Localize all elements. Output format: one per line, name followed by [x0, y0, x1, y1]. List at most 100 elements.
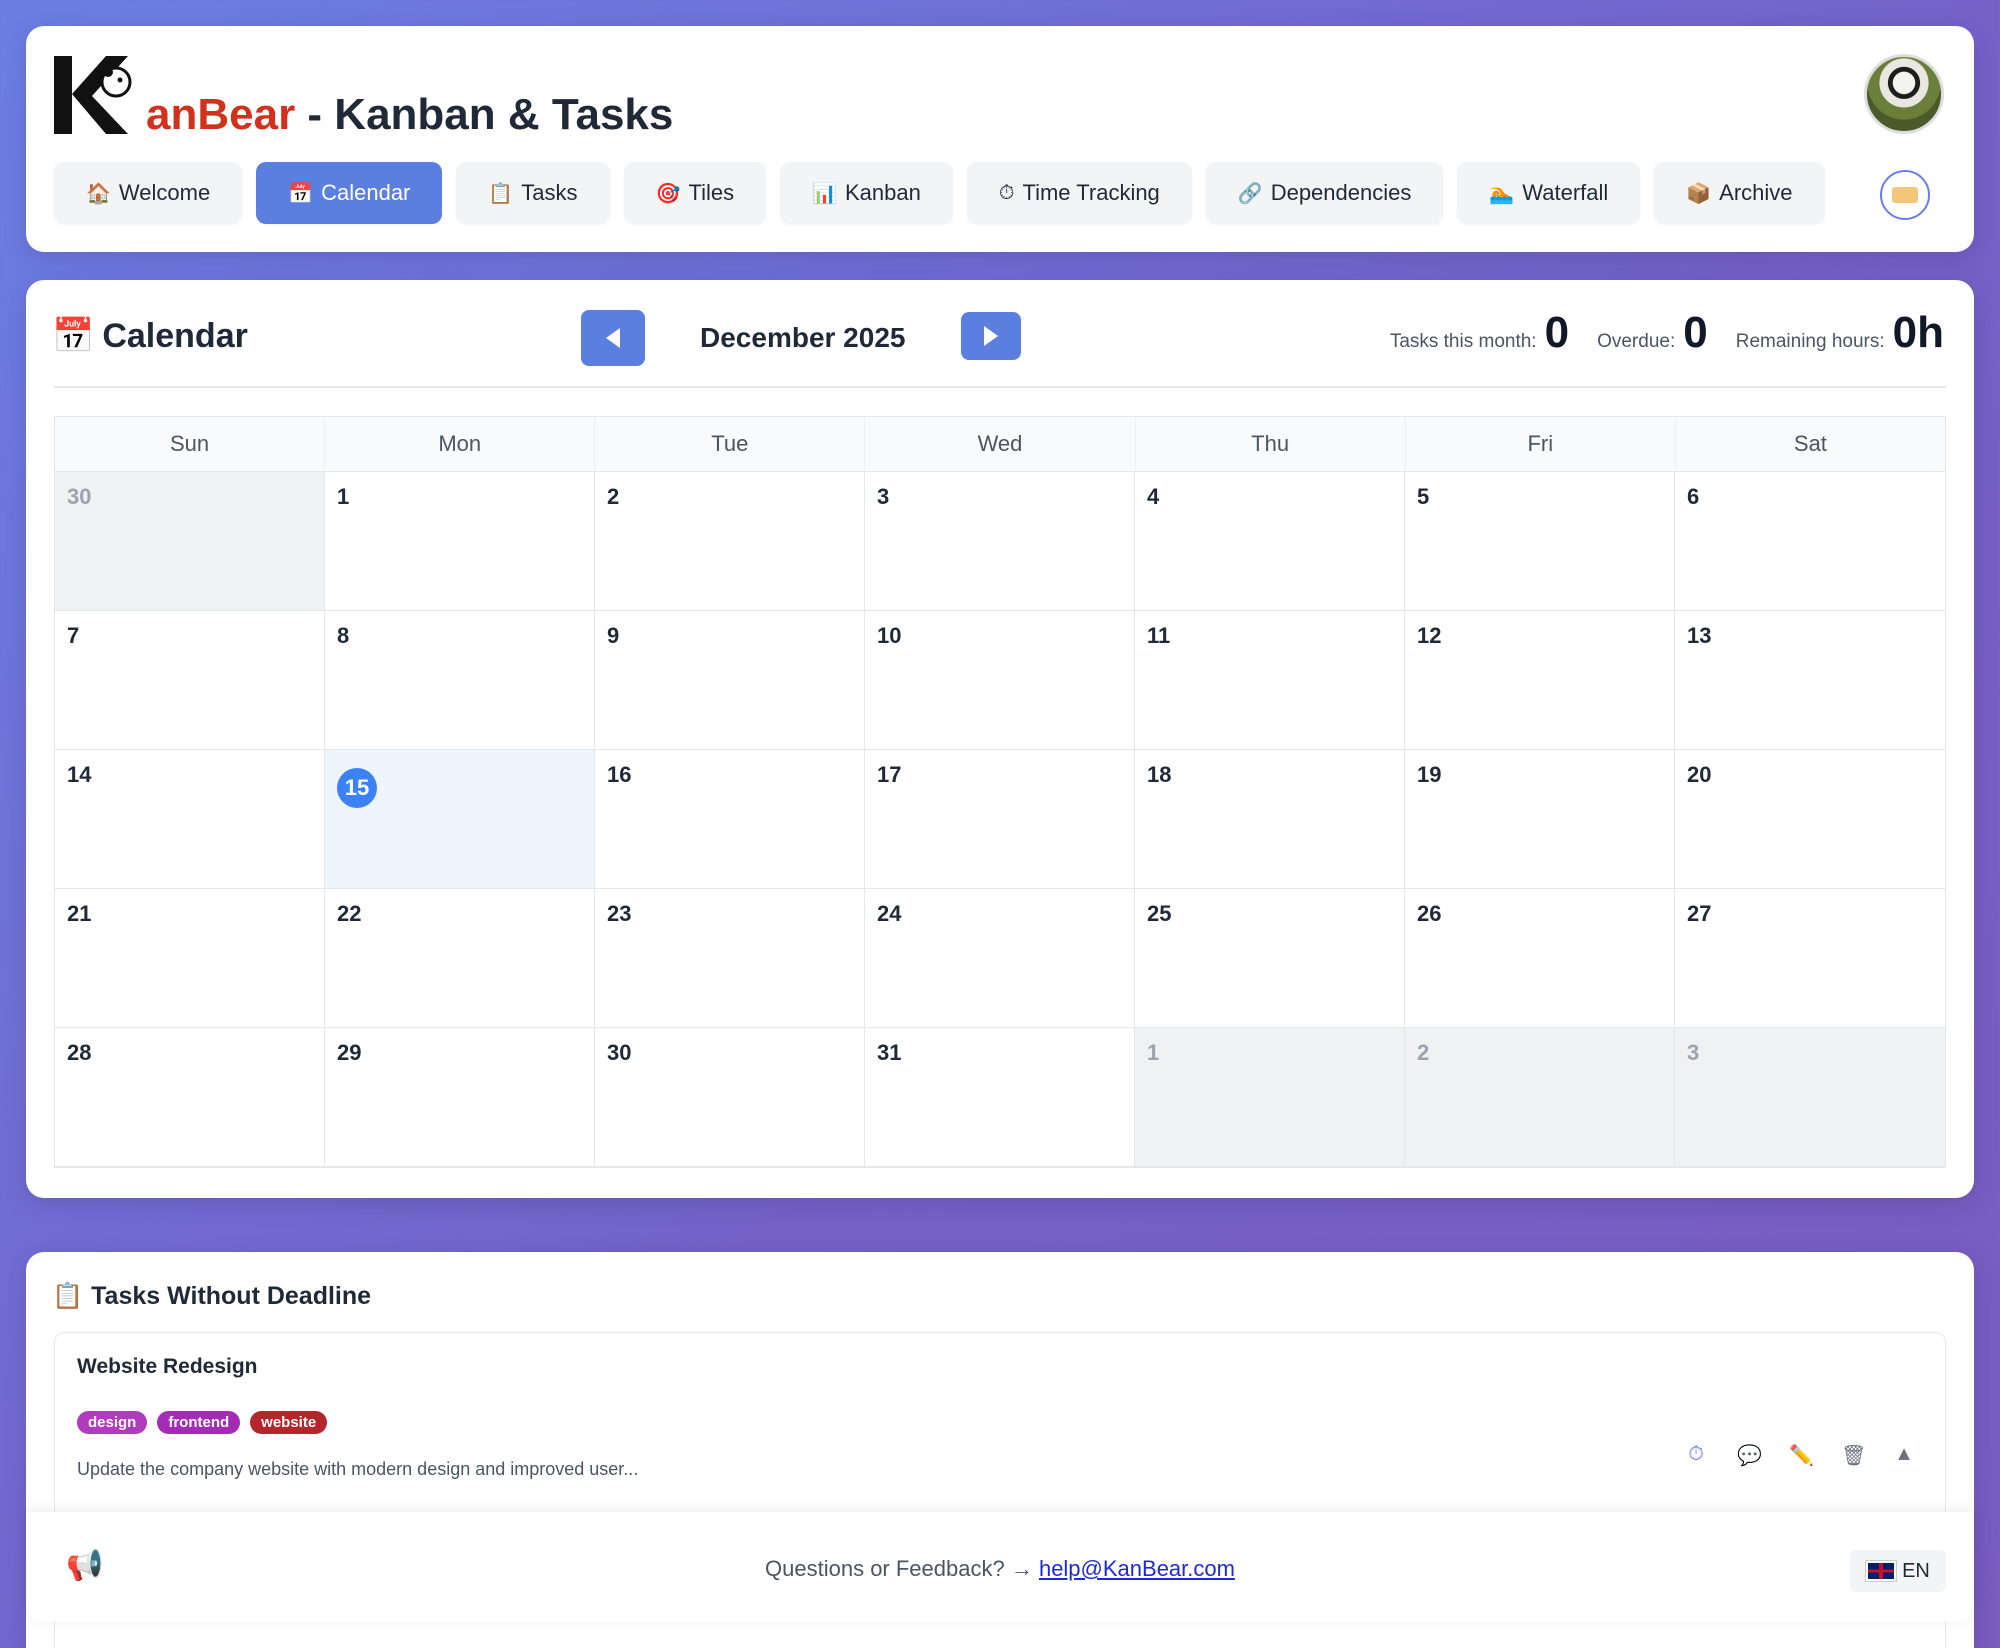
day-number: 22: [337, 901, 362, 926]
tab-archive[interactable]: 📦 Archive: [1654, 162, 1825, 224]
calendar-day[interactable]: 19: [1405, 750, 1675, 889]
calendar-day[interactable]: 3: [865, 472, 1135, 611]
calendar-days: 30 1 2 3 4 5 6 7 8 9 10 11 12 13 14 15 16 17 18 19 20 21 22 23 2…: [55, 472, 1945, 1167]
calendar-day[interactable]: 20: [1675, 750, 1945, 889]
day-number: 4: [1147, 484, 1160, 509]
tab-waterfall[interactable]: 🏊 Waterfall: [1457, 162, 1641, 224]
calendar-day[interactable]: 22: [325, 889, 595, 1028]
calendar-title: 📅 Calendar: [52, 316, 248, 356]
chevron-up-icon[interactable]: ▲: [1893, 1443, 1915, 1468]
day-number: 14: [67, 762, 92, 787]
home-icon: 🏠: [86, 182, 111, 205]
tag-chip[interactable]: design: [77, 1411, 148, 1434]
calendar-day[interactable]: 8: [325, 611, 595, 750]
arrow-right-icon: [984, 326, 998, 346]
stat-remaining-hours: Remaining hours: 0h: [1735, 308, 1944, 357]
day-number: 11: [1147, 623, 1171, 648]
tags-button[interactable]: [1880, 170, 1930, 220]
day-number: 30: [67, 484, 92, 509]
calendar-day[interactable]: 30: [55, 472, 325, 611]
calendar-day[interactable]: 12: [1405, 611, 1675, 750]
calendar-day[interactable]: 18: [1135, 750, 1405, 889]
day-number: 8: [337, 623, 350, 648]
clipboard-icon: 📋: [488, 182, 514, 205]
day-number: 6: [1687, 484, 1700, 509]
edit-icon[interactable]: ✏️: [1789, 1443, 1814, 1468]
day-number: 21: [67, 901, 92, 926]
task-card[interactable]: Website Redesign design frontend website…: [54, 1332, 1946, 1532]
tab-tasks[interactable]: 📋 Tasks: [456, 162, 610, 224]
calendar-day[interactable]: 16: [595, 750, 865, 889]
user-avatar[interactable]: [1864, 54, 1944, 134]
uk-flag-icon: [1866, 1561, 1897, 1581]
calendar-day[interactable]: 9: [595, 611, 865, 750]
calendar-day[interactable]: 27: [1675, 889, 1945, 1028]
current-month: December 2025: [700, 322, 906, 353]
calendar-day[interactable]: 17: [865, 750, 1135, 889]
calendar-day[interactable]: 24: [865, 889, 1135, 1028]
calendar-day[interactable]: 4: [1135, 472, 1405, 611]
calendar-day[interactable]: 26: [1405, 889, 1675, 1028]
stat-overdue: Overdue: 0: [1597, 308, 1708, 357]
swimmer-icon: 🏊: [1489, 182, 1515, 205]
language-selector[interactable]: EN: [1850, 1550, 1946, 1592]
tag-chip[interactable]: website: [250, 1411, 328, 1434]
comment-icon[interactable]: 💬: [1737, 1443, 1762, 1468]
calendar-day[interactable]: 28: [55, 1028, 325, 1167]
arrow-left-icon: [606, 328, 620, 348]
tab-calendar[interactable]: 📅 Calendar: [256, 162, 443, 224]
stopwatch-icon: ⏱: [998, 181, 1015, 204]
calendar-day[interactable]: 23: [595, 889, 865, 1028]
title-suffix: - Kanban & Tasks: [295, 90, 674, 139]
calendar-day[interactable]: 6: [1675, 472, 1945, 611]
tab-time-tracking[interactable]: ⏱ Time Tracking: [966, 162, 1192, 224]
calendar-day[interactable]: 10: [865, 611, 1135, 750]
calendar-day[interactable]: 14: [55, 750, 325, 889]
tag-chip[interactable]: frontend: [157, 1411, 241, 1434]
calendar-grid: Sun Mon Tue Wed Thu Fri Sat 30 1 2 3 4 5 6 7 8 9 1…: [54, 416, 1946, 1168]
day-number: 23: [607, 901, 632, 926]
prev-month-button[interactable]: [581, 310, 645, 366]
calendar-day[interactable]: 29: [325, 1028, 595, 1167]
package-icon: 📦: [1686, 182, 1712, 205]
calendar-day[interactable]: 13: [1675, 611, 1945, 750]
timer-icon[interactable]: ⏱: [1685, 1443, 1707, 1468]
day-number: 31: [877, 1040, 902, 1065]
next-month-button[interactable]: [961, 312, 1021, 360]
day-number: 30: [607, 1040, 632, 1065]
clipboard-icon: 📋: [52, 1282, 84, 1310]
day-number: 26: [1417, 901, 1442, 926]
tab-welcome[interactable]: 🏠 Welcome: [54, 162, 243, 224]
tab-tiles[interactable]: 🎯 Tiles: [623, 162, 767, 224]
calendar-day[interactable]: 5: [1405, 472, 1675, 611]
calendar-day[interactable]: 30: [595, 1028, 865, 1167]
weekday-label: Thu: [1136, 417, 1406, 471]
task-name: Website Redesign: [77, 1355, 258, 1378]
day-number: 16: [607, 762, 632, 787]
calendar-day[interactable]: 11: [1135, 611, 1405, 750]
task-tags: design frontend website: [77, 1411, 328, 1434]
feedback-email-link[interactable]: help@KanBear.com: [1039, 1556, 1235, 1581]
calendar-day[interactable]: 2: [1405, 1028, 1675, 1167]
stat-tasks: Tasks this month: 0: [1389, 308, 1570, 357]
day-number: 25: [1147, 901, 1172, 926]
trash-icon[interactable]: 🗑: [1841, 1443, 1866, 1468]
calendar-day[interactable]: 1: [1135, 1028, 1405, 1167]
calendar-day[interactable]: 25: [1135, 889, 1405, 1028]
tab-dependencies[interactable]: 🔗 Dependencies: [1205, 162, 1444, 224]
day-number: 28: [67, 1040, 92, 1065]
calendar-day[interactable]: 21: [55, 889, 325, 1028]
day-number: 12: [1417, 623, 1442, 648]
calendar-day[interactable]: 31: [865, 1028, 1135, 1167]
calendar-day[interactable]: 2: [595, 472, 865, 611]
calendar-day[interactable]: 3: [1675, 1028, 1945, 1167]
bar-chart-icon: 📊: [812, 182, 837, 205]
kanbear-logo-icon: [54, 56, 132, 134]
brand-name: anBear: [146, 90, 296, 139]
day-number: 3: [877, 484, 890, 509]
calendar-day[interactable]: 1: [325, 472, 595, 611]
tab-kanban[interactable]: 📊 Kanban: [780, 162, 953, 224]
main-nav: 🏠 Welcome 📅 Calendar 📋 Tasks 🎯 Tiles 📊 Kanban…: [54, 162, 1825, 224]
calendar-day-today[interactable]: 15: [325, 750, 595, 889]
calendar-day[interactable]: 7: [55, 611, 325, 750]
